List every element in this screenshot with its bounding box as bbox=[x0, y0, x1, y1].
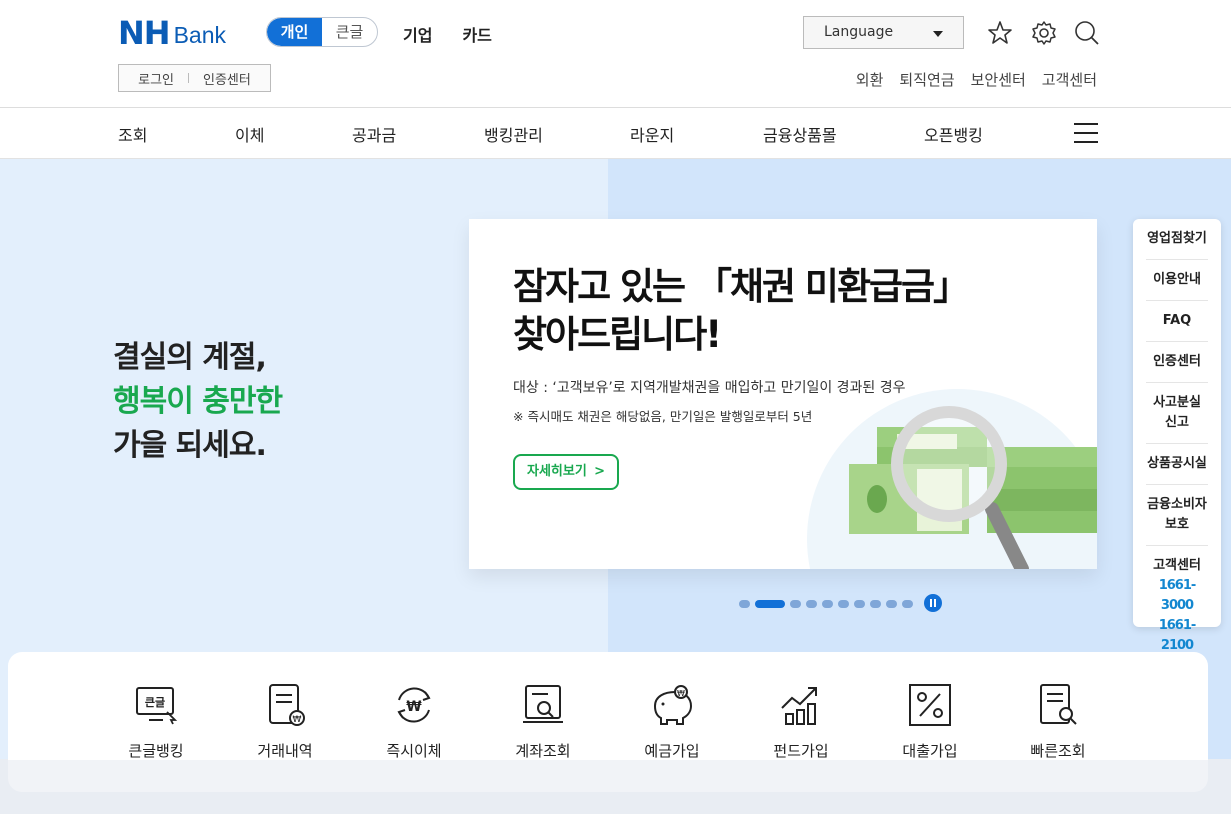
quick-label: 거래내역 bbox=[257, 742, 313, 760]
side-quick-menu: 영업점찾기 이용안내 FAQ 인증센터 사고분실 신고 상품공시실 금융소비자 … bbox=[1133, 219, 1221, 653]
quick-label: 빠른조회 bbox=[1030, 742, 1086, 760]
topnav-card[interactable]: 카드 bbox=[462, 22, 491, 46]
customer-phone-2[interactable]: 1661-2100 bbox=[1146, 616, 1208, 656]
side-consumer-protection[interactable]: 금융소비자 보호 bbox=[1146, 485, 1208, 546]
side-faq[interactable]: FAQ bbox=[1146, 301, 1208, 342]
utility-links: 외환 퇴직연금 보안센터 고객센터 bbox=[856, 69, 1097, 90]
nh-bank-logo[interactable]: NH Bank bbox=[118, 14, 226, 52]
piggy-bank-icon: ₩ bbox=[653, 685, 693, 725]
carousel-dot-active[interactable] bbox=[755, 600, 785, 608]
login-link[interactable]: 로그인 bbox=[138, 69, 174, 88]
side-product-disclosure[interactable]: 상품공시실 bbox=[1146, 444, 1208, 485]
gnb-bills[interactable]: 공과금 bbox=[352, 122, 396, 146]
chevron-down-icon bbox=[933, 31, 943, 37]
quick-large-text-banking[interactable]: 큰글 큰글뱅킹 bbox=[106, 682, 206, 761]
hero-line-3: 가을 되세요. bbox=[113, 428, 267, 463]
gnb-open-banking[interactable]: 오픈뱅킹 bbox=[924, 122, 983, 146]
carousel-dot[interactable] bbox=[822, 600, 833, 608]
quick-label: 즉시이체 bbox=[386, 742, 442, 760]
divider bbox=[188, 73, 190, 83]
quick-deposit-signup[interactable]: ₩ 예금가입 bbox=[622, 682, 722, 761]
quick-label: 펀드가입 bbox=[773, 742, 829, 760]
bottom-fade bbox=[0, 760, 1231, 814]
pause-icon[interactable] bbox=[924, 594, 942, 612]
quick-fast-inquiry[interactable]: 빠른조회 bbox=[1008, 682, 1108, 761]
large-text-monitor-icon: 큰글 bbox=[136, 687, 178, 725]
chart-growth-icon bbox=[781, 687, 817, 725]
menu-icon[interactable] bbox=[1074, 123, 1098, 143]
util-security[interactable]: 보안센터 bbox=[971, 69, 1026, 90]
banner-title-line-1: 잠자고 있는 「채권 미환급금」 bbox=[513, 265, 970, 308]
promo-banner[interactable]: 잠자고 있는 「채권 미환급금」 찾아드립니다! 대상 : ‘고객보유’로 지역… bbox=[469, 219, 1097, 569]
hero-line-2: 행복이 충만한 bbox=[113, 384, 283, 419]
carousel-dot[interactable] bbox=[854, 600, 865, 608]
top-nav: 기업 카드 bbox=[403, 22, 492, 46]
carousel-dot[interactable] bbox=[806, 600, 817, 608]
cert-center-link[interactable]: 인증센터 bbox=[203, 69, 251, 88]
topnav-corporate[interactable]: 기업 bbox=[403, 22, 432, 46]
svg-text:₩: ₩ bbox=[406, 699, 422, 715]
quick-loan-signup[interactable]: 대출가입 bbox=[880, 682, 980, 761]
side-guide[interactable]: 이용안내 bbox=[1146, 260, 1208, 301]
quick-account-inquiry[interactable]: 계좌조회 bbox=[493, 682, 593, 761]
util-pension[interactable]: 퇴직연금 bbox=[899, 69, 954, 90]
side-loss-report[interactable]: 사고분실 신고 bbox=[1146, 383, 1208, 444]
personal-mode-button[interactable]: 개인 bbox=[267, 18, 322, 46]
carousel-dot[interactable] bbox=[838, 600, 849, 608]
search-icon[interactable] bbox=[1074, 20, 1100, 46]
document-won-icon: ₩ bbox=[269, 684, 305, 726]
gnb-product-mall[interactable]: 금융상품몰 bbox=[763, 122, 837, 146]
logo-nh: NH bbox=[118, 14, 171, 52]
document-search-icon bbox=[1040, 684, 1077, 725]
logo-bank: Bank bbox=[173, 22, 226, 48]
quick-label: 대출가입 bbox=[902, 742, 958, 760]
side-cert-center[interactable]: 인증센터 bbox=[1146, 342, 1208, 383]
side-branch-finder[interactable]: 영업점찾기 bbox=[1146, 219, 1208, 260]
hero-line-1: 결실의 계절, bbox=[113, 340, 267, 375]
mode-toggle: 개인 큰글 bbox=[266, 17, 378, 47]
util-customer[interactable]: 고객센터 bbox=[1042, 69, 1097, 90]
side-customer-center[interactable]: 고객센터 1661-3000 1661-2100 bbox=[1146, 546, 1208, 666]
carousel-dot[interactable] bbox=[886, 600, 897, 608]
details-button[interactable]: 자세히보기 > bbox=[513, 454, 619, 490]
carousel-dot[interactable] bbox=[870, 600, 881, 608]
chevron-right-icon: > bbox=[594, 464, 605, 479]
svg-text:₩: ₩ bbox=[677, 689, 685, 698]
carousel-indicators bbox=[739, 600, 913, 608]
banner-note: ※ 즉시매도 채권은 해당없음, 만기일은 발행일로부터 5년 bbox=[513, 409, 813, 424]
hero-message: 결실의 계절, 행복이 충만한 가을 되세요. bbox=[113, 336, 283, 468]
gear-icon[interactable] bbox=[1031, 20, 1057, 46]
carousel-dot[interactable] bbox=[790, 600, 801, 608]
account-search-icon bbox=[523, 685, 563, 723]
quick-label: 큰글뱅킹 bbox=[128, 742, 184, 760]
quick-fund-signup[interactable]: 펀드가입 bbox=[751, 682, 851, 761]
gnb-inquiry[interactable]: 조회 bbox=[118, 122, 147, 146]
util-forex[interactable]: 외환 bbox=[856, 69, 884, 90]
customer-phone-1[interactable]: 1661-3000 bbox=[1146, 576, 1208, 616]
side-customer-center-label: 고객센터 bbox=[1153, 558, 1201, 573]
quick-transactions[interactable]: ₩ 거래내역 bbox=[235, 682, 335, 761]
money-magnifier-illustration bbox=[807, 389, 1097, 569]
quick-label: 예금가입 bbox=[644, 742, 700, 760]
gnb-lounge[interactable]: 라운지 bbox=[630, 122, 674, 146]
carousel-dot[interactable] bbox=[902, 600, 913, 608]
gnb-banking-mgmt[interactable]: 뱅킹관리 bbox=[484, 122, 543, 146]
language-label: Language bbox=[824, 24, 894, 40]
language-select[interactable]: Language bbox=[803, 16, 964, 49]
svg-text:큰글: 큰글 bbox=[145, 696, 165, 709]
percent-icon bbox=[909, 684, 951, 726]
svg-text:₩: ₩ bbox=[293, 715, 302, 725]
gnb-transfer[interactable]: 이체 bbox=[235, 122, 264, 146]
quick-instant-transfer[interactable]: ₩ 즉시이체 bbox=[364, 682, 464, 761]
main-nav: 조회 이체 공과금 뱅킹관리 라운지 금융상품몰 오픈뱅킹 bbox=[0, 108, 1231, 159]
star-icon[interactable] bbox=[987, 20, 1013, 46]
large-text-mode-button[interactable]: 큰글 bbox=[322, 18, 377, 46]
details-button-label: 자세히보기 bbox=[527, 464, 587, 479]
header: NH Bank 개인 큰글 기업 카드 로그인 인증센터 Language 외환… bbox=[0, 0, 1231, 108]
transfer-cycle-icon: ₩ bbox=[397, 687, 431, 723]
quick-label: 계좌조회 bbox=[515, 742, 571, 760]
carousel-dot[interactable] bbox=[739, 600, 750, 608]
login-box: 로그인 인증센터 bbox=[118, 64, 271, 92]
